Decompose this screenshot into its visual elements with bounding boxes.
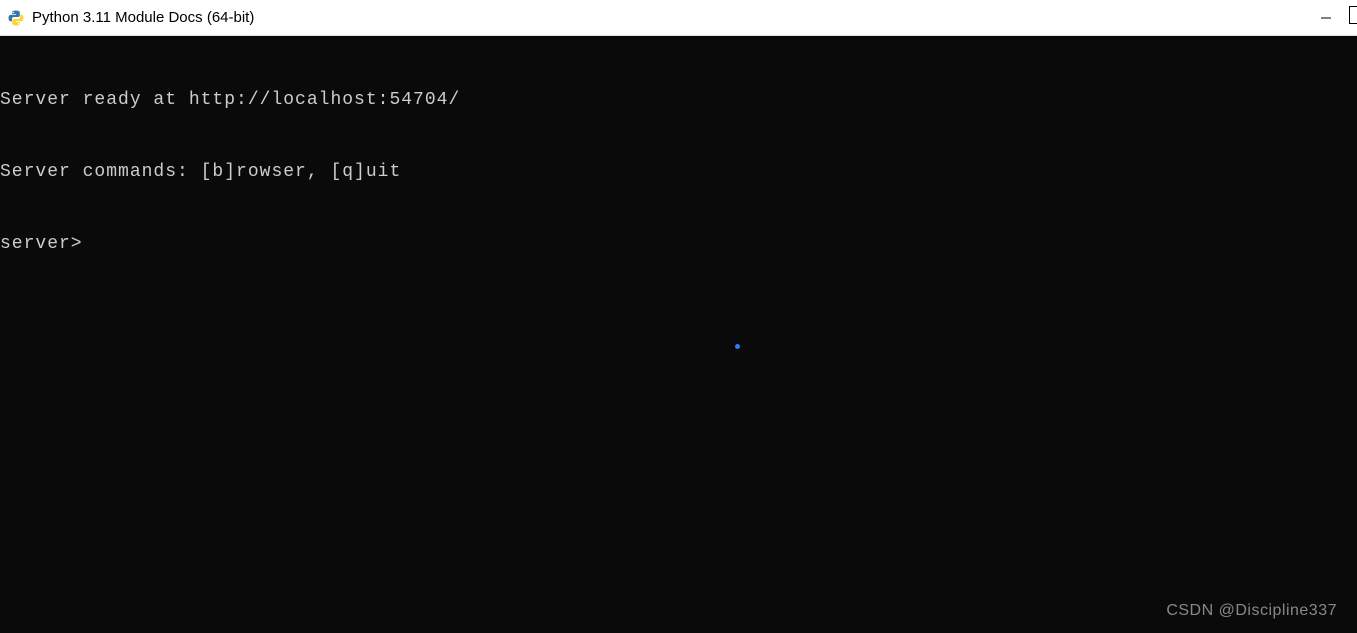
window-title: Python 3.11 Module Docs (64-bit) xyxy=(32,9,1303,26)
terminal-line: Server ready at http://localhost:54704/ xyxy=(0,88,1357,112)
terminal-line: Server commands: [b]rowser, [q]uit xyxy=(0,160,1357,184)
maximize-button[interactable] xyxy=(1349,6,1357,24)
watermark-text: CSDN @Discipline337 xyxy=(1166,599,1337,623)
terminal-output[interactable]: Server ready at http://localhost:54704/ … xyxy=(0,36,1357,633)
window-titlebar: Python 3.11 Module Docs (64-bit) xyxy=(0,0,1357,36)
cursor-indicator xyxy=(735,344,740,349)
window-controls xyxy=(1303,0,1349,35)
minimize-button[interactable] xyxy=(1303,0,1349,35)
python-icon xyxy=(8,10,24,26)
terminal-prompt: server> xyxy=(0,232,1357,256)
